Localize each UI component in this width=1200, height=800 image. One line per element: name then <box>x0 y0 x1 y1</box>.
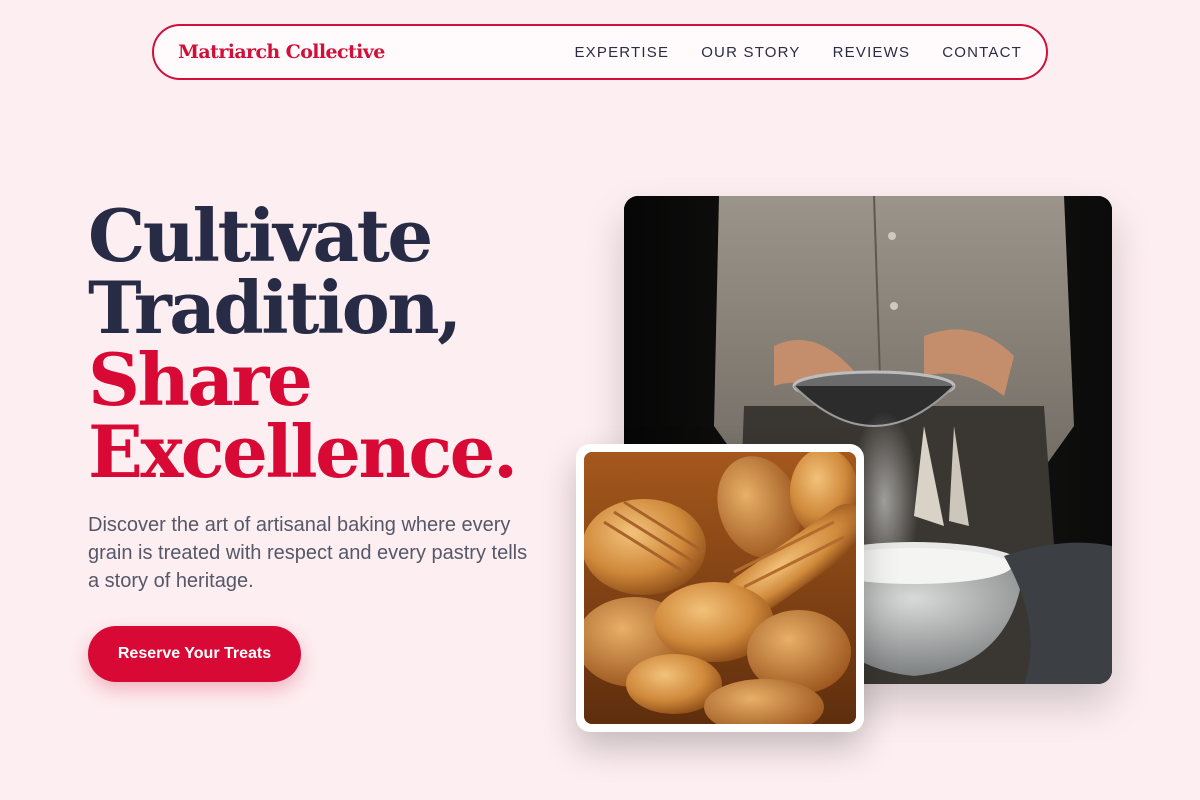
bread-photo-frame <box>576 444 864 732</box>
headline-line-share: Share <box>88 337 313 422</box>
bread-illustration <box>584 452 856 724</box>
nav-menu: EXPERTISE OUR STORY REVIEWS CONTACT <box>574 44 1022 61</box>
nav-item-expertise[interactable]: EXPERTISE <box>574 44 669 61</box>
hero-headline: Cultivate Tradition, Share Excellence. <box>88 193 518 494</box>
headline-line-tradition: Tradition, <box>88 265 462 350</box>
top-navigation: Matriarch Collective EXPERTISE OUR STORY… <box>152 24 1048 80</box>
nav-item-our-story[interactable]: OUR STORY <box>701 44 800 61</box>
reserve-treats-button[interactable]: Reserve Your Treats <box>88 626 301 682</box>
headline-line-excellence: Excellence. <box>88 409 518 494</box>
assorted-bread-loaves-photo <box>584 452 856 724</box>
brand-logo[interactable]: Matriarch Collective <box>178 41 385 63</box>
nav-item-contact[interactable]: CONTACT <box>942 44 1022 61</box>
hero-description: Discover the art of artisanal baking whe… <box>88 514 528 592</box>
nav-item-reviews[interactable]: REVIEWS <box>833 44 911 61</box>
headline-line-cultivate: Cultivate <box>88 193 433 278</box>
